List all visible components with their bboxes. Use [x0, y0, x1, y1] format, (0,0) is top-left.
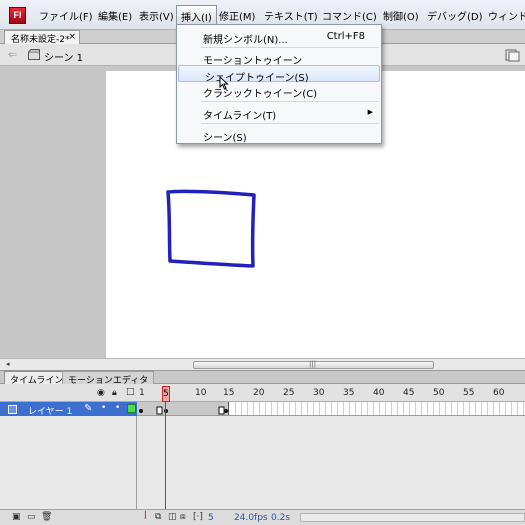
- new-folder-icon[interactable]: ▭: [27, 512, 36, 522]
- frame-marker: [218, 406, 225, 415]
- menu-text[interactable]: テキスト(T): [264, 8, 318, 23]
- horizontal-scrollbar[interactable]: ◂ |||: [0, 358, 525, 370]
- layer-frames[interactable]: [137, 402, 525, 416]
- timeline-footer: ▣ ▭ 🗑︎ ꟾ ⧉ ◫ ⧈ [·] 5 24.0fps 0.2s: [0, 509, 525, 525]
- fps-value[interactable]: 24.0fps: [234, 513, 268, 523]
- modify-markers-icon[interactable]: [·]: [193, 512, 203, 522]
- menu-debug[interactable]: デバッグ(D): [427, 8, 483, 23]
- tab-timeline[interactable]: タイムライン: [4, 371, 70, 386]
- layer-icon: [8, 405, 17, 414]
- frame-marker: [156, 406, 163, 415]
- center-frame-icon[interactable]: ꟾ: [144, 512, 147, 522]
- menu-item-timeline[interactable]: タイムライン(T) ▶: [177, 104, 381, 122]
- ruler-label: 40: [373, 388, 385, 398]
- menu-control[interactable]: 制御(O): [383, 8, 419, 23]
- ruler-label: 30: [313, 388, 325, 398]
- onion-skin-icon[interactable]: ⧉: [155, 512, 161, 522]
- scroll-left-icon[interactable]: ◂: [6, 360, 10, 368]
- menu-separator: [201, 123, 379, 124]
- frames-panel-empty: [137, 416, 525, 509]
- menu-item-new-symbol[interactable]: 新規シンボル(N)... Ctrl+F8: [177, 28, 381, 46]
- close-icon[interactable]: ×: [68, 32, 76, 42]
- keyframe-dot: [224, 409, 228, 413]
- ruler-label: 55: [463, 388, 475, 398]
- menu-item-label: 新規シンボル(N)...: [203, 35, 288, 46]
- ruler-label: 60: [493, 388, 505, 398]
- flash-window: Fl ファイル(F) 編集(E) 表示(V) 挿入(I) 修正(M) テキスト(…: [0, 0, 525, 525]
- submenu-arrow-icon: ▶: [367, 108, 373, 116]
- menu-window[interactable]: ウィンド: [488, 8, 525, 23]
- ruler-label: 50: [433, 388, 445, 398]
- menu-separator: [201, 101, 379, 102]
- scene-label[interactable]: シーン 1: [44, 49, 83, 64]
- elapsed-time-value: 0.2s: [271, 513, 291, 523]
- keyframe-dot: [139, 409, 143, 413]
- back-arrow-icon[interactable]: ⇐: [8, 48, 17, 61]
- menu-edit[interactable]: 編集(E): [98, 8, 132, 23]
- ruler-label: 1: [139, 388, 145, 398]
- layer-outline-toggle[interactable]: [127, 404, 136, 413]
- menu-item-label: クラシックトゥイーン(C): [203, 89, 318, 100]
- scene-icon: [28, 49, 40, 60]
- scrollbar-thumb[interactable]: |||: [193, 360, 434, 369]
- tab-motion-editor[interactable]: モーションエディタ: [62, 371, 155, 386]
- ruler-label: 15: [223, 388, 235, 398]
- playhead-line: [165, 402, 166, 522]
- outline-icon[interactable]: □: [126, 387, 135, 397]
- document-tab[interactable]: 名称未設定-2* ×: [4, 30, 80, 45]
- grip-icon: |||: [309, 360, 317, 368]
- ruler-label: 25: [283, 388, 295, 398]
- layers-panel-empty: [0, 416, 137, 509]
- app-logo-icon[interactable]: Fl: [9, 7, 26, 24]
- timeline-panel-tabs: タイムライン モーションエディタ: [0, 370, 525, 386]
- delete-layer-icon[interactable]: 🗑︎: [41, 512, 52, 522]
- mouse-cursor-icon: [219, 76, 229, 90]
- layer-lock-toggle[interactable]: •: [115, 403, 120, 413]
- timeline-scrollbar[interactable]: [300, 513, 525, 522]
- frame-ruler[interactable]: 1 10 15 20 25 30 35 40 45 50 55 60: [137, 384, 525, 402]
- shortcut-label: Ctrl+F8: [326, 31, 365, 42]
- menu-item-label: シーン(S): [203, 133, 247, 144]
- current-frame-value[interactable]: 5: [208, 513, 214, 523]
- layer-visibility-toggle[interactable]: •: [101, 403, 106, 413]
- menu-commands[interactable]: コマンド(C): [322, 8, 377, 23]
- menu-item-classic-tween[interactable]: クラシックトゥイーン(C): [177, 82, 381, 100]
- ruler-label: 45: [403, 388, 415, 398]
- menu-item-shape-tween[interactable]: シェイプトゥイーン(S): [178, 65, 380, 84]
- menu-item-scene[interactable]: シーン(S): [177, 126, 381, 144]
- layer-row[interactable]: レイヤー 1 ✎ • •: [0, 402, 137, 417]
- empty-frame-cells: [230, 402, 525, 415]
- pencil-icon: ✎: [84, 403, 93, 414]
- insert-dropdown-menu: 新規シンボル(N)... Ctrl+F8 モーショントゥイーン シェイプトゥイー…: [176, 24, 382, 144]
- menu-file[interactable]: ファイル(F): [39, 8, 93, 23]
- onion-outline-icon[interactable]: ◫: [168, 512, 177, 522]
- menu-separator: [201, 47, 379, 48]
- ruler-label: 20: [253, 388, 265, 398]
- new-layer-icon[interactable]: ▣: [12, 512, 21, 522]
- menu-item-label: タイムライン(T): [203, 111, 277, 122]
- menu-insert[interactable]: 挿入(I): [176, 5, 217, 25]
- edit-symbol-icon[interactable]: [505, 48, 521, 62]
- lock-icon[interactable]: 🔒︎: [112, 388, 117, 398]
- ruler-label: 35: [343, 388, 355, 398]
- menu-item-motion-tween[interactable]: モーショントゥイーン: [177, 49, 381, 67]
- eye-icon[interactable]: ◉: [97, 388, 105, 398]
- edit-multiple-frames-icon[interactable]: ⧈: [180, 512, 186, 522]
- menu-view[interactable]: 表示(V): [139, 8, 174, 23]
- ruler-label: 10: [195, 388, 207, 398]
- playhead-frame-number: 5: [163, 389, 169, 399]
- menu-modify[interactable]: 修正(M): [219, 8, 255, 23]
